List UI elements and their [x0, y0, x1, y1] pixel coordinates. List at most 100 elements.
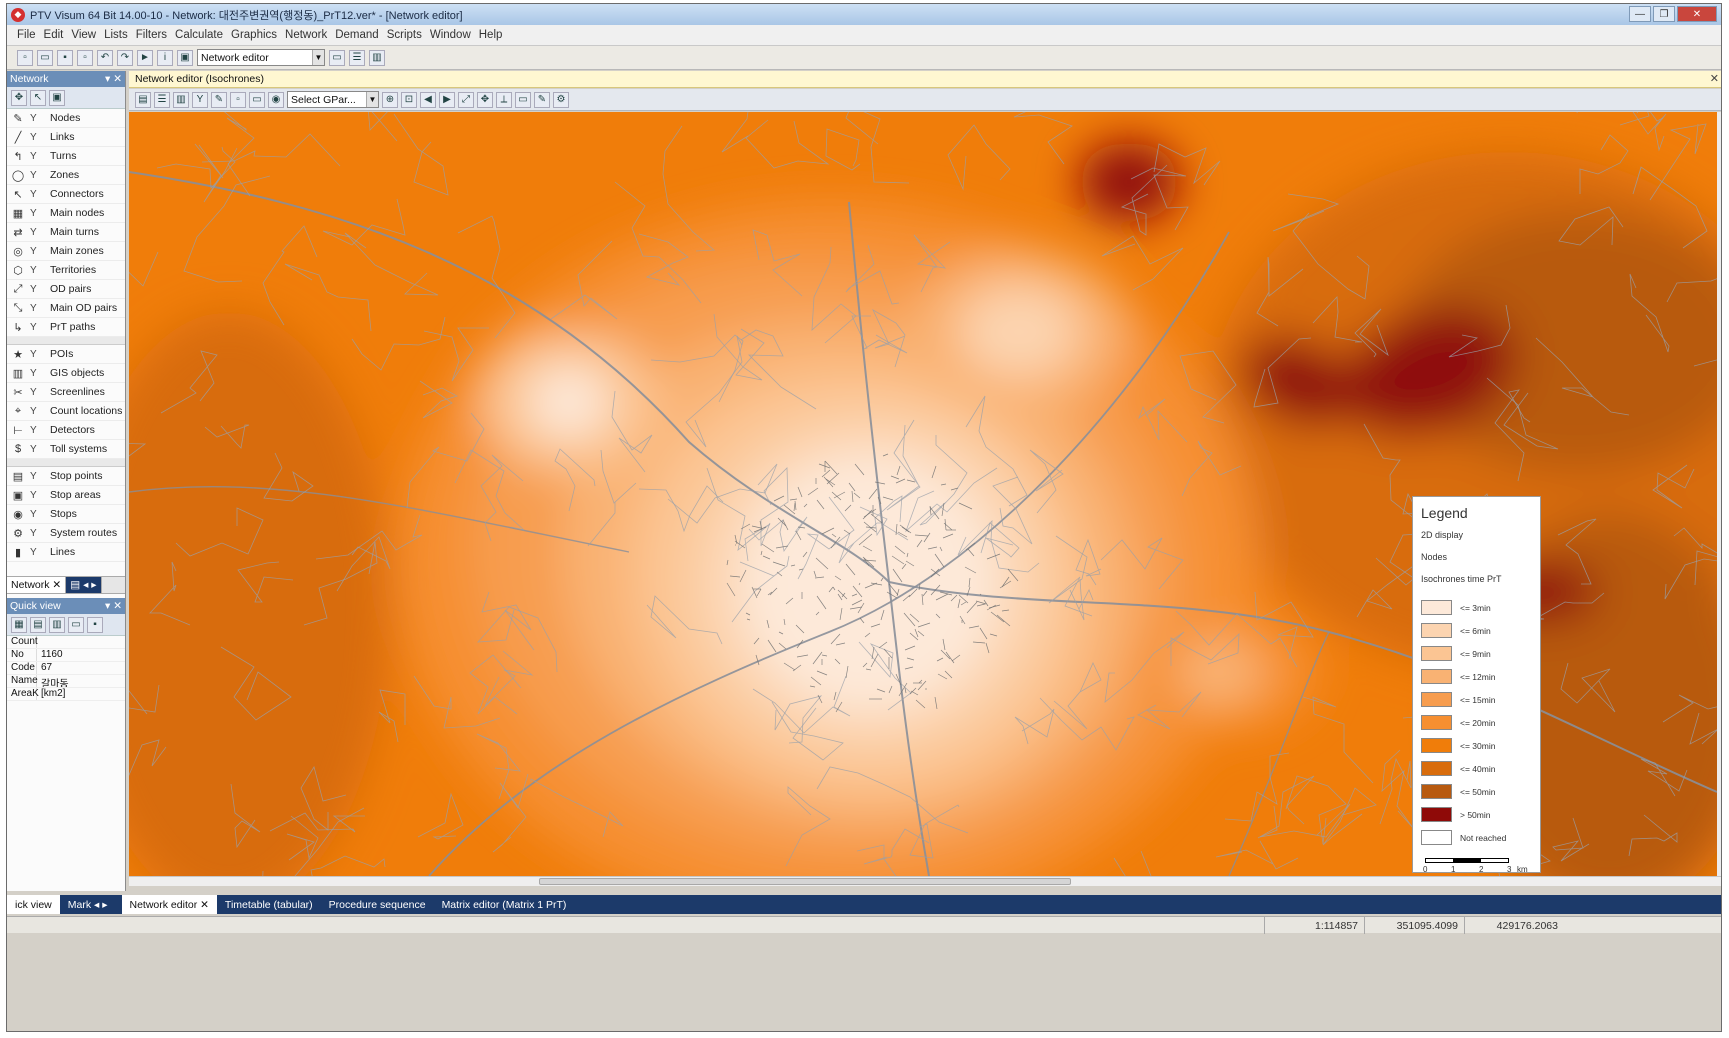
- tile-horizontal-icon[interactable]: ☰: [349, 49, 365, 66]
- save-icon[interactable]: ▪: [57, 49, 73, 66]
- filter-icon[interactable]: Y: [30, 189, 44, 200]
- network-object-row[interactable]: ⤡ Y Main OD pairs: [7, 299, 125, 318]
- filter-icon[interactable]: Y: [30, 151, 44, 162]
- filter-icon[interactable]: Y: [30, 490, 44, 501]
- tab-timetable[interactable]: Timetable (tabular): [217, 895, 321, 914]
- menu-window[interactable]: Window: [430, 29, 471, 41]
- menu-scripts[interactable]: Scripts: [387, 29, 422, 41]
- filter-icon[interactable]: Y: [30, 349, 44, 360]
- tile-vertical-icon[interactable]: ▥: [369, 49, 385, 66]
- quick-view-tool-icon[interactable]: ▤: [30, 616, 46, 633]
- network-object-row[interactable]: ⊢ Y Detectors: [7, 421, 125, 440]
- tab-mark[interactable]: Mark ◂ ▸: [60, 895, 116, 914]
- chart-icon[interactable]: ▥: [173, 91, 189, 108]
- network-object-row[interactable]: ▣ Y Stop areas: [7, 486, 125, 505]
- lock-icon[interactable]: ▫: [230, 91, 246, 108]
- zoom-window-icon[interactable]: ⊡: [401, 91, 417, 108]
- filter-icon[interactable]: Y: [30, 303, 44, 314]
- minimize-button[interactable]: —: [1629, 6, 1651, 22]
- network-object-row[interactable]: ✎ Y Nodes: [7, 109, 125, 128]
- pan-icon[interactable]: ✥: [477, 91, 493, 108]
- network-object-row[interactable]: $ Y Toll systems: [7, 440, 125, 459]
- menu-edit[interactable]: Edit: [44, 29, 64, 41]
- mode-icon[interactable]: ▣: [177, 49, 193, 66]
- filter-icon[interactable]: Y: [30, 528, 44, 539]
- menu-network[interactable]: Network: [285, 29, 327, 41]
- network-object-row[interactable]: ▥ Y GIS objects: [7, 364, 125, 383]
- redo-icon[interactable]: ↷: [117, 49, 133, 66]
- zoom-back-icon[interactable]: ◀: [420, 91, 436, 108]
- undo-icon[interactable]: ↶: [97, 49, 113, 66]
- network-object-row[interactable]: ✂ Y Screenlines: [7, 383, 125, 402]
- tab-quick-view[interactable]: ick view: [7, 895, 60, 914]
- mode-select[interactable]: Network editor ▼: [197, 49, 325, 66]
- filter-icon[interactable]: Y: [30, 471, 44, 482]
- list-icon[interactable]: ☰: [154, 91, 170, 108]
- network-object-row[interactable]: ╱ Y Links: [7, 128, 125, 147]
- filter-icon[interactable]: Y: [30, 284, 44, 295]
- run-icon[interactable]: ►: [137, 49, 153, 66]
- gpa-select[interactable]: Select GPar... ▼: [287, 91, 379, 108]
- window-layout-icon[interactable]: ▭: [329, 49, 345, 66]
- menu-graphics[interactable]: Graphics: [231, 29, 277, 41]
- tab-matrix-editor[interactable]: Matrix editor (Matrix 1 PrT): [434, 895, 575, 914]
- filter-icon[interactable]: Y: [30, 170, 44, 181]
- tab-other[interactable]: ▤ ◂ ▸: [66, 577, 102, 593]
- move-tool-icon[interactable]: ✥: [11, 89, 27, 106]
- graphic-param-icon[interactable]: ✎: [211, 91, 227, 108]
- network-object-row[interactable]: ▦ Y Main nodes: [7, 204, 125, 223]
- zoom-forward-icon[interactable]: ▶: [439, 91, 455, 108]
- select-tool-icon[interactable]: ↖: [30, 89, 46, 106]
- menu-lists[interactable]: Lists: [104, 29, 128, 41]
- network-object-row[interactable]: ◯ Y Zones: [7, 166, 125, 185]
- filter-icon[interactable]: Y: [30, 387, 44, 398]
- copy-icon[interactable]: ▭: [515, 91, 531, 108]
- menu-help[interactable]: Help: [479, 29, 503, 41]
- filter-icon[interactable]: Y: [30, 208, 44, 219]
- zoom-full-icon[interactable]: ⤢: [458, 91, 474, 108]
- menu-demand[interactable]: Demand: [335, 29, 378, 41]
- network-object-row[interactable]: ★ Y POIs: [7, 345, 125, 364]
- filter-icon[interactable]: Y: [30, 132, 44, 143]
- close-button[interactable]: ✕: [1677, 6, 1717, 22]
- vertical-scrollbar[interactable]: [1717, 112, 1721, 876]
- network-object-row[interactable]: ⌖ Y Count locations: [7, 402, 125, 421]
- filter-icon[interactable]: Y: [30, 246, 44, 257]
- new-file-icon[interactable]: ▫: [17, 49, 33, 66]
- filter-icon[interactable]: Y: [30, 509, 44, 520]
- filter-icon[interactable]: Y: [30, 265, 44, 276]
- tab-network[interactable]: Network ✕: [7, 577, 67, 593]
- quick-view-tool-icon[interactable]: ▦: [11, 616, 27, 633]
- scroll-thumb[interactable]: [539, 878, 1071, 885]
- menu-filters[interactable]: Filters: [136, 29, 167, 41]
- horizontal-scrollbar[interactable]: [129, 876, 1721, 886]
- info-icon[interactable]: i: [157, 49, 173, 66]
- network-object-row[interactable]: ▮ Y Lines: [7, 543, 125, 562]
- settings-icon[interactable]: ⚙: [553, 91, 569, 108]
- network-object-row[interactable]: ↰ Y Turns: [7, 147, 125, 166]
- network-object-row[interactable]: ↖ Y Connectors: [7, 185, 125, 204]
- maximize-button[interactable]: ❐: [1653, 6, 1675, 22]
- spatial-select-icon[interactable]: ▣: [49, 89, 65, 106]
- filter-icon[interactable]: Y: [30, 227, 44, 238]
- save-all-icon[interactable]: ▫: [77, 49, 93, 66]
- panel-pin-close-icon[interactable]: ▾ ✕: [105, 600, 122, 612]
- network-object-row[interactable]: ▤ Y Stop points: [7, 467, 125, 486]
- network-object-row[interactable]: ⬡ Y Territories: [7, 261, 125, 280]
- filter-icon[interactable]: Y: [30, 368, 44, 379]
- zoom-in-icon[interactable]: ⊕: [382, 91, 398, 108]
- background-icon[interactable]: ▭: [249, 91, 265, 108]
- tab-network-editor[interactable]: Network editor ✕: [121, 895, 217, 914]
- filter-icon[interactable]: Y: [30, 425, 44, 436]
- network-object-row[interactable]: ↳ Y PrT paths: [7, 318, 125, 337]
- tab-procedure-sequence[interactable]: Procedure sequence: [321, 895, 434, 914]
- filter-icon[interactable]: Y: [30, 547, 44, 558]
- save-icon[interactable]: ▪: [87, 616, 103, 633]
- open-file-icon[interactable]: ▭: [37, 49, 53, 66]
- network-object-row[interactable]: ⚙ Y System routes: [7, 524, 125, 543]
- measure-icon[interactable]: ⟂: [496, 91, 512, 108]
- filter-icon[interactable]: Y: [30, 406, 44, 417]
- filter-icon[interactable]: Y: [30, 444, 44, 455]
- menu-calculate[interactable]: Calculate: [175, 29, 223, 41]
- print-icon[interactable]: ▤: [135, 91, 151, 108]
